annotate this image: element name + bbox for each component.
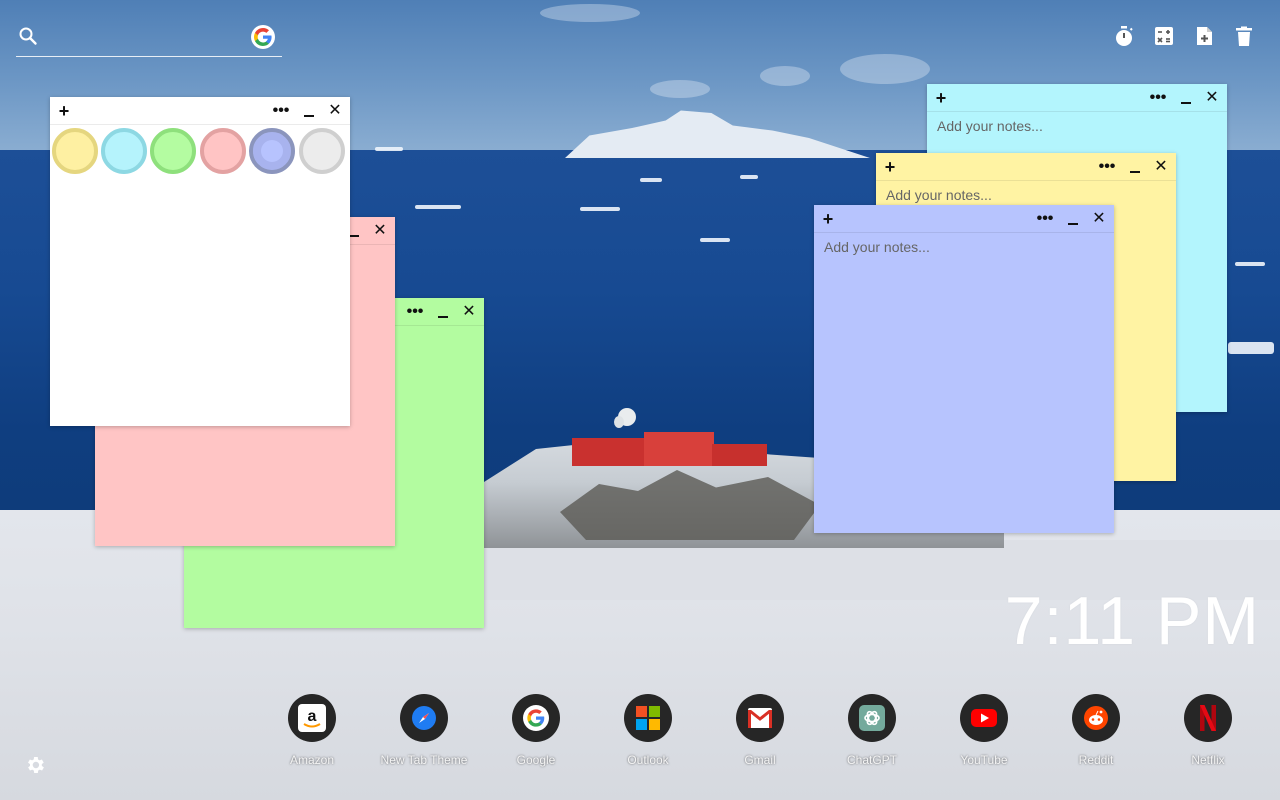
minimize-icon[interactable] bbox=[1062, 205, 1084, 233]
search-bar bbox=[16, 22, 282, 57]
close-icon[interactable]: ✕ bbox=[324, 97, 346, 125]
shortcut-netflix[interactable]: Netflix bbox=[1158, 694, 1258, 767]
youtube-icon bbox=[960, 694, 1008, 742]
shortcut-amazon[interactable]: a Amazon bbox=[262, 694, 362, 767]
clock: 7:11 PM bbox=[1004, 583, 1260, 659]
ice-floe bbox=[700, 238, 730, 242]
google-icon bbox=[512, 694, 560, 742]
sticky-note-blue[interactable]: + ••• ✕ bbox=[814, 205, 1114, 533]
ice-floe bbox=[415, 205, 461, 209]
sticky-note-white[interactable]: + ••• ✕ bbox=[50, 97, 350, 426]
ice-floe bbox=[1228, 342, 1274, 354]
shortcut-label: YouTube bbox=[960, 753, 1008, 767]
ice-floe bbox=[740, 175, 758, 179]
shortcut-label: Reddit bbox=[1078, 753, 1114, 767]
more-icon[interactable]: ••• bbox=[1034, 205, 1056, 233]
research-station bbox=[572, 408, 767, 470]
gmail-icon bbox=[736, 694, 784, 742]
ice-floe bbox=[375, 147, 403, 151]
shortcut-gmail[interactable]: Gmail bbox=[710, 694, 810, 767]
shortcut-reddit[interactable]: Reddit bbox=[1046, 694, 1146, 767]
shortcut-google[interactable]: Google bbox=[486, 694, 586, 767]
shortcut-new-tab-theme[interactable]: New Tab Theme bbox=[374, 694, 474, 767]
amazon-icon: a bbox=[288, 694, 336, 742]
color-swatch-pink[interactable] bbox=[200, 128, 246, 174]
minimize-icon[interactable] bbox=[1175, 84, 1197, 112]
reddit-icon bbox=[1072, 694, 1120, 742]
note-body bbox=[50, 125, 350, 426]
color-swatch-green[interactable] bbox=[150, 128, 196, 174]
cloud bbox=[650, 80, 710, 98]
chatgpt-icon bbox=[848, 694, 896, 742]
ice-floe bbox=[1235, 262, 1265, 266]
color-swatch-cyan[interactable] bbox=[101, 128, 147, 174]
netflix-icon bbox=[1184, 694, 1232, 742]
add-note-icon[interactable]: + bbox=[879, 153, 901, 181]
color-swatch-yellow[interactable] bbox=[52, 128, 98, 174]
color-swatch-blue[interactable] bbox=[249, 128, 295, 174]
cloud bbox=[540, 4, 640, 22]
more-icon[interactable]: ••• bbox=[404, 298, 426, 326]
trash-icon[interactable] bbox=[1232, 24, 1256, 48]
close-icon[interactable]: ✕ bbox=[1150, 153, 1172, 181]
stopwatch-icon[interactable] bbox=[1112, 24, 1136, 48]
cloud bbox=[840, 54, 930, 84]
search-input[interactable] bbox=[50, 24, 246, 50]
shortcut-label: New Tab Theme bbox=[380, 753, 468, 767]
more-icon[interactable]: ••• bbox=[1096, 153, 1118, 181]
shortcut-label: Netflix bbox=[1191, 753, 1225, 767]
minimize-icon[interactable] bbox=[1124, 153, 1146, 181]
minimize-icon[interactable] bbox=[432, 298, 454, 326]
close-icon[interactable]: ✕ bbox=[1088, 205, 1110, 233]
add-note-icon[interactable]: + bbox=[930, 84, 952, 112]
cloud bbox=[760, 66, 810, 86]
microsoft-icon bbox=[624, 694, 672, 742]
shortcut-chatgpt[interactable]: ChatGPT bbox=[822, 694, 922, 767]
color-swatch-white[interactable] bbox=[299, 128, 345, 174]
note-header[interactable]: + ••• ✕ bbox=[927, 84, 1227, 112]
compass-icon bbox=[400, 694, 448, 742]
note-header[interactable]: + ••• ✕ bbox=[876, 153, 1176, 181]
ice-floe bbox=[640, 178, 662, 182]
shortcut-label: Gmail bbox=[744, 753, 776, 767]
shortcut-label: Outlook bbox=[627, 753, 669, 767]
note-body bbox=[814, 233, 1114, 533]
svg-text:a: a bbox=[308, 708, 317, 725]
note-header[interactable]: + ••• ✕ bbox=[50, 97, 350, 125]
close-icon[interactable]: ✕ bbox=[369, 217, 391, 245]
search-icon[interactable] bbox=[18, 26, 38, 46]
shortcut-outlook[interactable]: Outlook bbox=[598, 694, 698, 767]
google-g-icon[interactable] bbox=[251, 25, 275, 49]
add-note-icon[interactable]: + bbox=[817, 205, 839, 233]
note-header[interactable]: + ••• ✕ bbox=[814, 205, 1114, 233]
minimize-icon[interactable] bbox=[298, 97, 320, 125]
ice-floe bbox=[580, 207, 620, 211]
close-icon[interactable]: ✕ bbox=[1201, 84, 1223, 112]
more-icon[interactable]: ••• bbox=[270, 97, 292, 125]
calculator-icon[interactable] bbox=[1152, 24, 1176, 48]
add-note-icon[interactable]: + bbox=[53, 97, 75, 125]
shortcut-label: Amazon bbox=[289, 753, 335, 767]
shortcut-label: ChatGPT bbox=[846, 753, 897, 767]
close-icon[interactable]: ✕ bbox=[458, 298, 480, 326]
more-icon[interactable]: ••• bbox=[1147, 84, 1169, 112]
shortcut-youtube[interactable]: YouTube bbox=[934, 694, 1034, 767]
gear-icon[interactable] bbox=[24, 754, 46, 776]
add-note-icon[interactable] bbox=[1192, 24, 1216, 48]
note-textarea[interactable] bbox=[824, 239, 1104, 523]
shortcut-label: Google bbox=[516, 753, 556, 767]
